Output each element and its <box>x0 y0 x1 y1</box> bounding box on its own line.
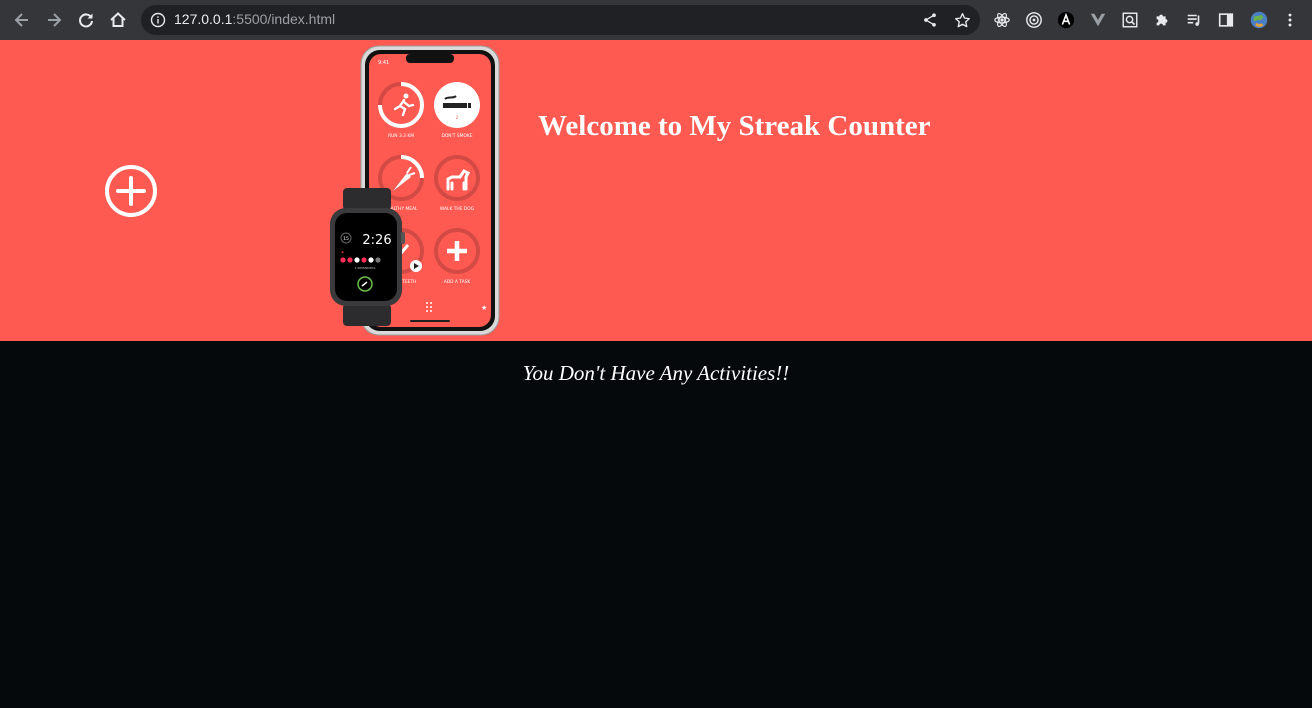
watch-time: 2:26 <box>362 233 391 248</box>
url-path: :5500/index.html <box>232 11 336 27</box>
phone-status-time: 9:41 <box>378 60 389 66</box>
svg-text:2: 2 <box>456 115 459 120</box>
side-panel-button[interactable] <box>1215 9 1237 31</box>
react-devtools-icon <box>994 13 1010 27</box>
a-extension-button[interactable] <box>1055 9 1077 31</box>
bookmark-button[interactable] <box>952 10 972 30</box>
task-label: RUN 3.3 KM <box>388 133 414 139</box>
forward-icon <box>48 13 62 27</box>
task-label: WALK THE DOG <box>440 206 475 212</box>
plus-circle-icon <box>105 165 157 217</box>
menu-button[interactable] <box>1279 9 1301 31</box>
vue-devtools-button[interactable] <box>1087 9 1109 31</box>
extensions-puzzle-icon <box>1156 14 1168 26</box>
menu-kebab-icon <box>1288 13 1292 27</box>
task-label: ADD A TASK <box>444 279 471 285</box>
page-title: Welcome to My Streak Counter <box>538 110 931 142</box>
site-info-icon[interactable] <box>150 12 166 28</box>
profile-avatar-icon <box>1250 11 1268 29</box>
extensions-button[interactable] <box>1151 9 1173 31</box>
back-button[interactable] <box>6 4 38 36</box>
watch-illustration: 15 2:26 ◀ 2 REMINDERS <box>330 188 405 326</box>
empty-state-message: You Don't Have Any Activities!! <box>522 361 790 385</box>
url-text[interactable]: 127.0.0.1:5500/index.html <box>174 11 335 27</box>
hero-banner: 9:41 RUN 3.3 KM 2 DON'T SMOKE HEALTHY ME… <box>0 40 1312 341</box>
side-panel-icon <box>1218 13 1234 27</box>
back-icon <box>14 13 28 27</box>
target-extension-button[interactable] <box>1023 9 1045 31</box>
watch-date: 15 <box>343 236 349 242</box>
screenshot-icon <box>1122 12 1138 28</box>
add-activity-button[interactable] <box>104 164 158 218</box>
screenshot-extension-button[interactable] <box>1119 9 1141 31</box>
bookmark-star-icon <box>954 12 970 27</box>
reading-list-button[interactable] <box>1183 9 1205 31</box>
reading-list-icon <box>1187 14 1200 26</box>
home-icon <box>110 12 126 27</box>
target-icon <box>1026 12 1042 28</box>
home-button[interactable] <box>102 4 134 36</box>
browser-toolbar: 127.0.0.1:5500/index.html <box>0 0 1312 40</box>
react-devtools-button[interactable] <box>991 9 1013 31</box>
address-bar[interactable]: 127.0.0.1:5500/index.html <box>141 5 980 35</box>
star-icon: ★ <box>481 304 487 312</box>
reload-icon <box>79 13 93 28</box>
watch-caption: 2 REMINDERS <box>355 266 376 270</box>
url-host: 127.0.0.1 <box>174 11 233 27</box>
forward-button[interactable] <box>38 4 70 36</box>
a-extension-icon <box>1057 11 1075 29</box>
reload-button[interactable] <box>70 4 102 36</box>
vue-devtools-icon <box>1090 13 1106 27</box>
share-icon <box>924 13 936 27</box>
share-button[interactable] <box>920 10 940 30</box>
task-label: DON'T SMOKE <box>441 133 472 139</box>
profile-avatar[interactable] <box>1247 8 1271 32</box>
